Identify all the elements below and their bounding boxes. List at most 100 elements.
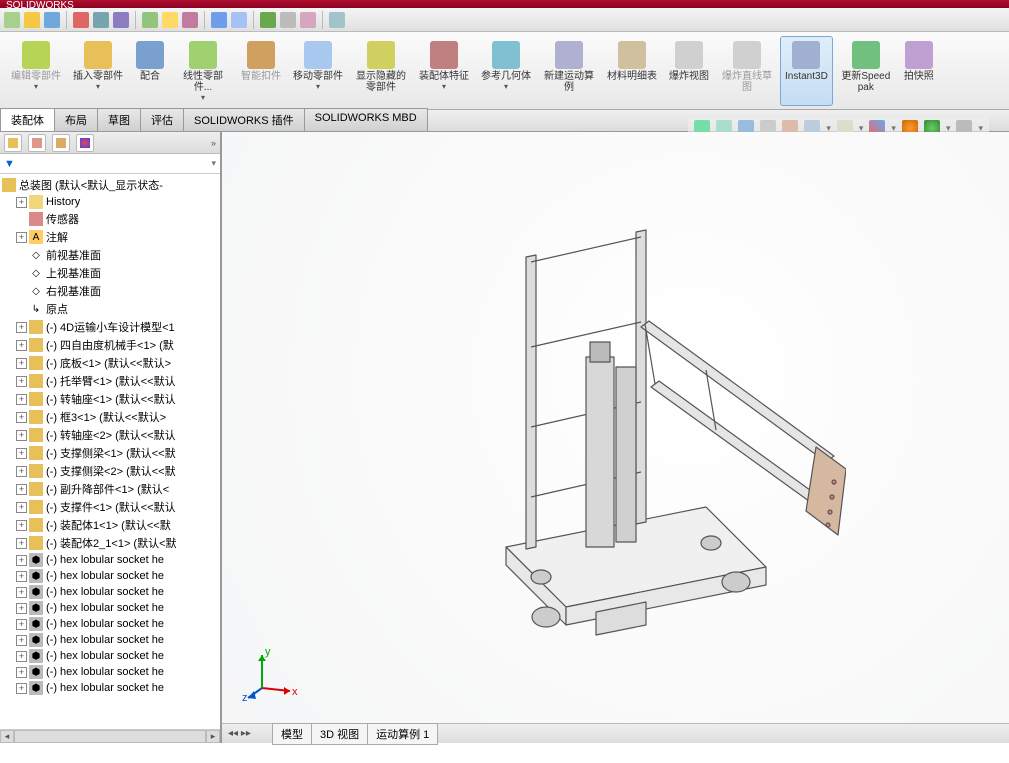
tree-item[interactable]: +⬢(-) hex lobular socket he	[0, 664, 220, 680]
expand-toggle[interactable]: +	[16, 394, 27, 405]
expand-toggle[interactable]: +	[16, 651, 27, 662]
motion-tab[interactable]: 3D 视图	[311, 723, 368, 745]
expand-toggle[interactable]: +	[16, 619, 27, 630]
expand-toggle[interactable]: +	[16, 376, 27, 387]
tree-item[interactable]: +⬢(-) hex lobular socket he	[0, 568, 220, 584]
expand-toggle[interactable]: +	[16, 448, 27, 459]
tree-item[interactable]: +(-) 转轴座<2> (默认<<默认	[0, 426, 220, 444]
snapshot-button[interactable]: 拍快照	[899, 36, 939, 106]
edit-part-button[interactable]: 编辑零部件▾	[6, 36, 66, 106]
dropdown-arrow-icon[interactable]: ▾	[34, 82, 38, 91]
scroll-left-icon[interactable]: ◂	[0, 730, 14, 743]
dropdown-arrow-icon[interactable]: ▾	[316, 82, 320, 91]
instant3d-button[interactable]: Instant3D	[780, 36, 833, 106]
linear-pattern-button[interactable]: 线性零部件...▾	[172, 36, 234, 106]
undo-icon[interactable]	[93, 12, 109, 28]
options-icon[interactable]	[182, 12, 198, 28]
appearance-icon[interactable]	[300, 12, 316, 28]
expand-toggle[interactable]: +	[16, 197, 27, 208]
update-speedpak-button[interactable]: 更新Speedpak	[835, 36, 897, 106]
tree-item[interactable]: +⬢(-) hex lobular socket he	[0, 680, 220, 696]
scroll-thumb[interactable]	[14, 730, 206, 743]
open-icon[interactable]	[24, 12, 40, 28]
tree-hscroll[interactable]: ◂ ▸	[0, 729, 220, 743]
expand-toggle[interactable]: +	[16, 555, 27, 566]
tree-item[interactable]: +(-) 底板<1> (默认<<默认>	[0, 354, 220, 372]
graphics-viewport[interactable]: x y z ◂◂ ▸▸ 模型3D 视图运动算例 1	[222, 132, 1009, 743]
tree-item[interactable]: +History	[0, 194, 220, 210]
expand-toggle[interactable]: +	[16, 683, 27, 694]
dropdown-arrow-icon[interactable]: ▾	[504, 82, 508, 91]
tree-item[interactable]: +(-) 托举臂<1> (默认<<默认	[0, 372, 220, 390]
expand-toggle[interactable]: +	[16, 520, 27, 531]
expand-toggle[interactable]: +	[16, 466, 27, 477]
tree-item[interactable]: +(-) 四自由度机械手<1> (默	[0, 336, 220, 354]
tree-item[interactable]: 传感器	[0, 210, 220, 228]
tree-item[interactable]: +⬢(-) hex lobular socket he	[0, 616, 220, 632]
tree-item[interactable]: ◇上视基准面	[0, 264, 220, 282]
expand-toggle[interactable]: +	[16, 232, 27, 243]
select-icon[interactable]	[142, 12, 158, 28]
filter-bar[interactable]: ▼ ▾	[0, 154, 220, 174]
search-icon[interactable]	[211, 12, 227, 28]
expand-toggle[interactable]: +	[16, 587, 27, 598]
command-tab[interactable]: SOLIDWORKS MBD	[304, 108, 428, 131]
expand-toggle[interactable]: +	[16, 484, 27, 495]
tab-nav-icon[interactable]: ◂◂ ▸▸	[228, 728, 251, 739]
tree-item[interactable]: +(-) 装配体2_1<1> (默认<默	[0, 534, 220, 552]
exploded-button[interactable]: 爆炸视图	[664, 36, 714, 106]
mate-button[interactable]: 配合	[130, 36, 170, 106]
panel-collapse-icon[interactable]: »	[211, 138, 216, 148]
expand-toggle[interactable]: +	[16, 412, 27, 423]
command-tab[interactable]: 评估	[140, 108, 184, 131]
ref-geom-button[interactable]: 参考几何体▾	[476, 36, 536, 106]
filter-dropdown-icon[interactable]: ▾	[211, 158, 216, 169]
view-triad[interactable]: x y z	[242, 643, 302, 703]
expand-toggle[interactable]: +	[16, 430, 27, 441]
expand-toggle[interactable]: +	[16, 667, 27, 678]
dropdown-arrow-icon[interactable]: ▾	[96, 82, 100, 91]
dropdown-arrow-icon[interactable]: ▾	[442, 82, 446, 91]
tree-item[interactable]: ◇右视基准面	[0, 282, 220, 300]
command-tab[interactable]: 装配体	[0, 108, 55, 131]
expand-toggle[interactable]: +	[16, 502, 27, 513]
tree-item[interactable]: +(-) 副升降部件<1> (默认<	[0, 480, 220, 498]
dropdown-arrow-icon[interactable]: ▾	[201, 93, 205, 102]
tree-item[interactable]: +(-) 4D运输小车设计模型<1	[0, 318, 220, 336]
tree-item[interactable]: ◇前视基准面	[0, 246, 220, 264]
redo-icon[interactable]	[113, 12, 129, 28]
tree-item[interactable]: +⬢(-) hex lobular socket he	[0, 648, 220, 664]
feature-tree[interactable]: 总装图 (默认<默认_显示状态-+History传感器+A注解◇前视基准面◇上视…	[0, 174, 220, 729]
smart-fastener-button[interactable]: 智能扣件	[236, 36, 286, 106]
tree-item[interactable]: +(-) 装配体1<1> (默认<<默	[0, 516, 220, 534]
command-tab[interactable]: SOLIDWORKS 插件	[183, 108, 305, 131]
exploded-line-button[interactable]: 爆炸直线草图	[716, 36, 778, 106]
assembly-feat-button[interactable]: 装配体特征▾	[414, 36, 474, 106]
motion-tab[interactable]: 运动算例 1	[367, 723, 438, 745]
scroll-right-icon[interactable]: ▸	[206, 730, 220, 743]
new-icon[interactable]	[4, 12, 20, 28]
config-icon[interactable]	[280, 12, 296, 28]
move-part-button[interactable]: 移动零部件▾	[288, 36, 348, 106]
new-motion-button[interactable]: 新建运动算例	[538, 36, 600, 106]
display-tab[interactable]	[76, 134, 94, 152]
tree-item[interactable]: +⬢(-) hex lobular socket he	[0, 600, 220, 616]
search2-icon[interactable]	[231, 12, 247, 28]
property-tab[interactable]	[28, 134, 46, 152]
save-icon[interactable]	[44, 12, 60, 28]
expand-toggle[interactable]: +	[16, 571, 27, 582]
expand-toggle[interactable]: +	[16, 322, 27, 333]
tree-item[interactable]: +(-) 支撑侧梁<2> (默认<<默	[0, 462, 220, 480]
expand-toggle[interactable]: +	[16, 538, 27, 549]
rebuild-icon[interactable]	[162, 12, 178, 28]
excel-icon[interactable]	[260, 12, 276, 28]
command-tab[interactable]: 布局	[54, 108, 98, 131]
tree-item[interactable]: +(-) 支撑侧梁<1> (默认<<默	[0, 444, 220, 462]
tree-item[interactable]: +A注解	[0, 228, 220, 246]
expand-toggle[interactable]: +	[16, 603, 27, 614]
command-tab[interactable]: 草图	[97, 108, 141, 131]
misc-icon[interactable]	[329, 12, 345, 28]
insert-part-button[interactable]: 插入零部件▾	[68, 36, 128, 106]
tree-item[interactable]: +(-) 框3<1> (默认<<默认>	[0, 408, 220, 426]
motion-tab[interactable]: 模型	[272, 723, 312, 745]
